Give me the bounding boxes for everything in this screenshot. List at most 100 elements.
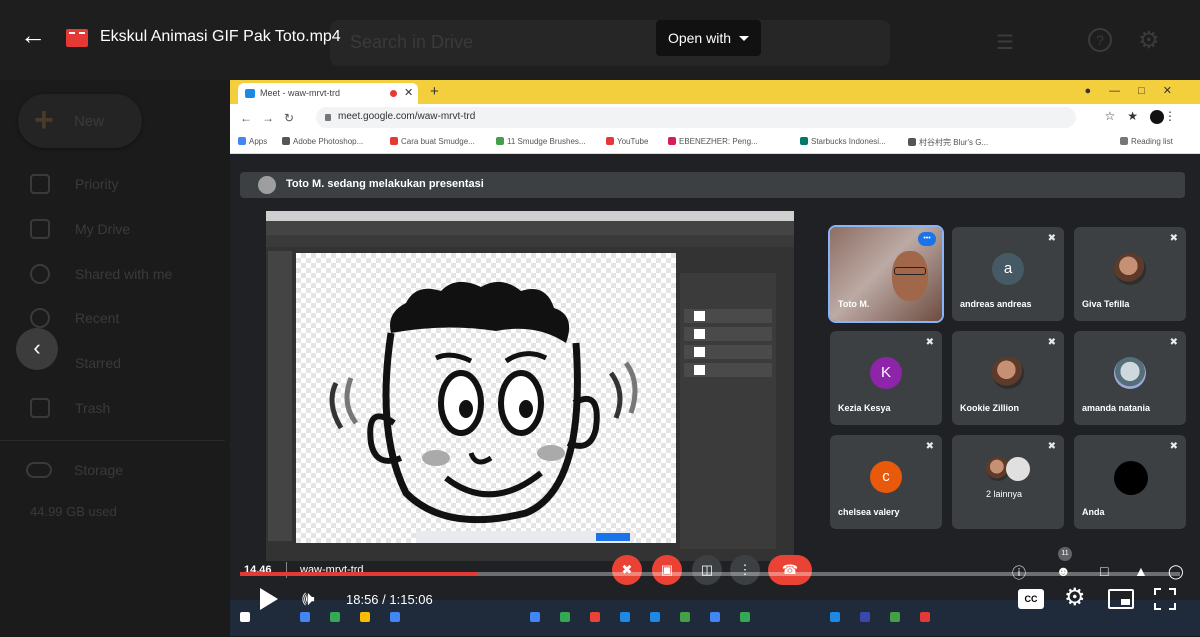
drive-icon xyxy=(30,219,50,239)
mic-off-icon: ✖ xyxy=(1047,233,1056,244)
play-icon[interactable] xyxy=(260,588,278,610)
activities-icon: ▲ xyxy=(1134,563,1148,579)
participant-name: Giva Tefilla xyxy=(1082,299,1130,309)
taskbar-app-icon xyxy=(560,612,570,622)
back-arrow-icon[interactable]: ← xyxy=(20,22,46,48)
open-with-label: Open with xyxy=(667,30,732,46)
volume-icon[interactable]: 🕪 xyxy=(302,588,315,610)
photoshop-layer xyxy=(684,309,772,323)
mic-off-icon: ✖ xyxy=(1047,441,1056,452)
hang-up-icon: ☎ xyxy=(768,555,812,585)
participant-tile: ✖ 2 lainnya xyxy=(952,435,1064,529)
participant-avatar: a xyxy=(992,253,1024,285)
video-progress-fill xyxy=(240,572,477,576)
participant-name: amanda natania xyxy=(1082,403,1151,413)
photoshop-toolbar xyxy=(268,251,292,541)
chrome-address-bar: ←→↻ meet.google.com/waw-mrvt-trd ☆★ ⋮ xyxy=(230,104,1200,132)
youtube-icon xyxy=(606,137,614,145)
cartoon-face-drawing xyxy=(329,281,638,524)
participant-name: Kezia Kesya xyxy=(838,403,891,413)
drive-video-viewer: Search in Drive ☰ ? ⚙ + New Priority My … xyxy=(0,0,1200,637)
tab-close-icon: ✕ xyxy=(404,87,414,99)
presenting-text: Toto M. sedang melakukan presentasi xyxy=(286,178,484,190)
caret-down-icon xyxy=(739,35,750,41)
meet-view: Toto M. sedang melakukan presentasi ••• … xyxy=(230,155,1200,636)
photoshop-layer xyxy=(684,327,772,341)
taskbar-app-icon xyxy=(590,612,600,622)
photoshop-layers-panel xyxy=(680,273,776,549)
starbucks-icon xyxy=(800,137,808,145)
bookmark: Adobe Photoshop... xyxy=(282,137,363,146)
windows-start-icon xyxy=(240,612,250,622)
reading-list-icon xyxy=(1120,137,1128,145)
mic-off-icon: ✖ xyxy=(1169,337,1178,348)
taskbar-app-icon xyxy=(710,612,720,622)
video-file-icon xyxy=(66,29,88,47)
people-icon: ☻ xyxy=(1056,563,1071,579)
chat-icon: □ xyxy=(1100,563,1109,579)
taskbar-app-icon xyxy=(390,612,400,622)
glasses-shape xyxy=(894,267,926,275)
taskbar-app-icon xyxy=(650,612,660,622)
fullscreen-icon[interactable] xyxy=(1154,588,1176,610)
participant-tile: ✖ amanda natania xyxy=(1074,331,1186,425)
bookmark: EBENEZHER: Peng... xyxy=(668,137,758,146)
globe-icon xyxy=(908,138,916,146)
participant-photo xyxy=(992,357,1024,389)
participant-name: Toto M. xyxy=(838,299,870,309)
nav-item-my-drive: My Drive xyxy=(30,217,130,241)
speaking-indicator-icon: ••• xyxy=(918,232,936,246)
youtube-icon xyxy=(390,137,398,145)
plus-icon: + xyxy=(34,101,54,139)
extension-icons: ☆★ ⋮ xyxy=(1104,109,1188,124)
participant-name: chelsea valery xyxy=(838,507,900,517)
participant-name: Kookie Zillion xyxy=(960,403,1020,413)
bookmark: 11 Smudge Brushes... xyxy=(496,137,586,146)
participant-avatar xyxy=(1114,461,1148,495)
presenting-banner: Toto M. sedang melakukan presentasi xyxy=(240,172,1185,198)
participant-tile: ••• Toto M. xyxy=(828,225,944,323)
taskbar-app-icon xyxy=(920,612,930,622)
chrome-tab-title: Meet - waw-mrvt-trd xyxy=(260,88,341,98)
clock-icon xyxy=(30,308,50,328)
photoshop-layer xyxy=(684,363,772,377)
miniplayer-icon[interactable] xyxy=(1108,589,1134,609)
bookmark-apps: Apps xyxy=(238,137,267,146)
participant-tile: ✖ Giva Tefilla xyxy=(1074,227,1186,321)
taskbar-app-icon xyxy=(330,612,340,622)
mic-off-icon: ✖ xyxy=(1047,337,1056,348)
chrome-tab-strip: Meet - waw-mrvt-trd ✕ + ●—□✕ xyxy=(230,80,1200,104)
participant-avatar: K xyxy=(870,357,902,389)
taskbar-app-icon xyxy=(680,612,690,622)
apps-icon xyxy=(238,137,246,145)
taskbar-app-icon xyxy=(890,612,900,622)
file-title: Ekskul Animasi GIF Pak Toto.mp4 xyxy=(100,28,341,45)
help-icon: ? xyxy=(1088,28,1112,52)
photoshop-menubar xyxy=(266,211,794,221)
stop-sharing-button xyxy=(596,533,630,541)
presenter-avatar xyxy=(258,176,276,194)
nav-item-trash: Trash xyxy=(30,396,110,420)
browser-nav-icons: ←→↻ xyxy=(240,111,305,125)
mic-off-button-icon: ✖ xyxy=(612,555,642,585)
participant-avatar: c xyxy=(870,461,902,493)
meet-favicon-icon xyxy=(245,89,255,98)
open-with-button[interactable]: Open with xyxy=(656,20,761,56)
drive-settings-icon: ⚙ xyxy=(1138,27,1160,54)
drive-new-label: New xyxy=(74,113,105,130)
video-progress-bar[interactable] xyxy=(240,572,1180,576)
chrome-url: meet.google.com/waw-mrvt-trd xyxy=(316,107,1076,128)
taskbar-app-icon xyxy=(860,612,870,622)
previous-file-button[interactable]: ‹ xyxy=(16,328,58,370)
settings-gear-icon[interactable]: ⚙ xyxy=(1064,584,1086,612)
participant-name: Anda xyxy=(1082,507,1105,517)
participant-face xyxy=(892,251,928,301)
taskbar-app-icon xyxy=(360,612,370,622)
taskbar-app-icon xyxy=(300,612,310,622)
globe-icon xyxy=(282,137,290,145)
captions-icon[interactable]: CC xyxy=(1018,589,1044,609)
bookmark: 村谷村完 Blur's G... xyxy=(908,137,988,148)
mic-off-icon: ✖ xyxy=(925,441,934,452)
chrome-tab: Meet - waw-mrvt-trd ✕ xyxy=(238,83,418,104)
video-frame[interactable]: Meet - waw-mrvt-trd ✕ + ●—□✕ ←→↻ meet.go… xyxy=(230,80,1200,636)
